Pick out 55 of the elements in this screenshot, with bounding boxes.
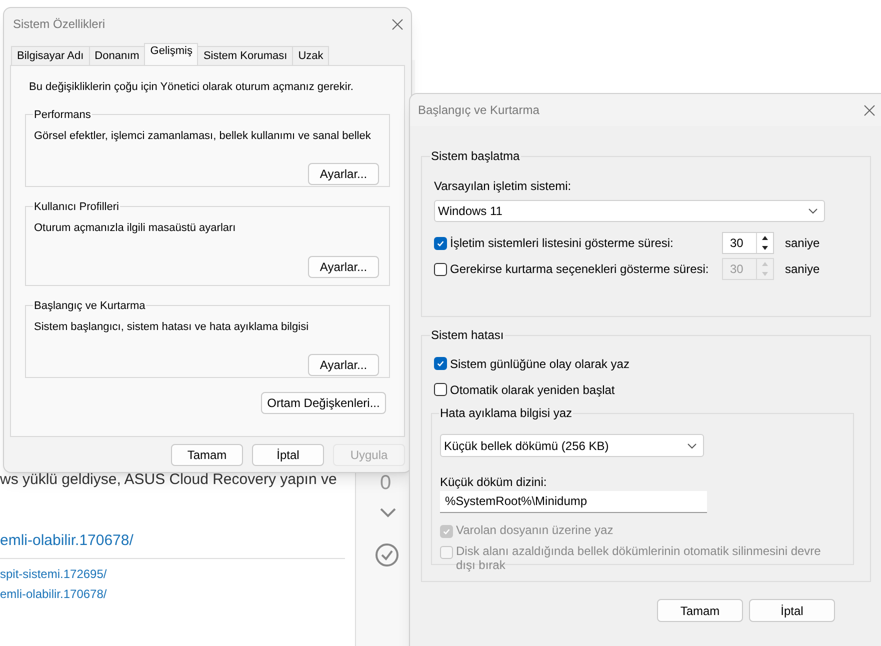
checkbox-label: Sistem günlüğüne olay olarak yaz — [450, 356, 630, 372]
group-title: Sistem başlatma — [430, 148, 521, 165]
close-icon[interactable] — [392, 18, 403, 30]
checkbox[interactable] — [434, 262, 447, 276]
checkbox[interactable] — [434, 383, 447, 396]
window-title: Sistem Özellikleri — [13, 16, 106, 33]
checkmark-icon — [436, 359, 445, 368]
chevron-down-icon — [808, 208, 818, 214]
link[interactable]: emli-olabilir.170678/ — [0, 585, 107, 603]
checkbox-label: Gerekirse kurtarma seçenekleri gösterme süresi: — [450, 261, 710, 278]
checkbox-label: Disk alanı azaldığında bellek dökümlerinin otomatik silinmesini devre dışı bırak — [456, 544, 822, 572]
unit-label: saniye — [785, 235, 820, 252]
group-title: Kullanıcı Profilleri — [33, 200, 120, 214]
checkmark-icon — [442, 527, 451, 536]
chevron-down-icon — [687, 442, 697, 448]
window-title: Başlangıç ve Kurtarma — [418, 102, 540, 119]
dialog-button[interactable]: Ortam Değişkenleri... — [261, 392, 386, 414]
dialog-button[interactable]: Ayarlar... — [308, 256, 379, 278]
number-spinner[interactable]: 30 — [722, 232, 774, 254]
link[interactable]: spit-sistemi.172695/ — [0, 565, 107, 583]
checkbox-label: İşletim sistemleri listesini gösterme süresi: — [450, 235, 674, 252]
dump-type-dropdown[interactable]: Küçük bellek dökümü (256 KB) — [440, 434, 704, 457]
checkbox-label: Varolan dosyanın üzerine yaz — [456, 523, 614, 537]
tab[interactable]: Gelişmiş — [144, 43, 198, 65]
tab[interactable]: Uzak — [292, 46, 330, 65]
vote-count: 0 — [380, 471, 392, 496]
checkbox[interactable] — [434, 236, 447, 250]
dialog-button[interactable]: Tamam — [171, 444, 243, 466]
checkbox[interactable] — [434, 357, 447, 370]
checkbox-label: Otomatik olarak yeniden başlat — [450, 382, 615, 398]
os-dropdown[interactable]: Windows 11 — [434, 200, 825, 222]
tab[interactable]: Bilgisayar Adı — [11, 46, 90, 65]
link[interactable]: emli-olabilir.170678/ — [0, 530, 134, 552]
dialog-button[interactable]: İptal — [749, 599, 835, 622]
group-title: Performans — [33, 108, 92, 122]
dialog-button[interactable]: Tamam — [657, 599, 743, 622]
group-title: Hata ayıklama bilgisi yaz — [439, 405, 574, 422]
group-description: Görsel efektler, işlemci zamanlaması, bellek kullanımı ve sanal bellek — [34, 129, 372, 144]
group-description: Sistem başlangıcı, sistem hatası ve hata ayıklama bilgisi — [34, 320, 310, 335]
notice-text: Bu değişikliklerin çoğu için Yönetici olarak oturum açmanız gerekir. — [29, 80, 354, 95]
dialog-button[interactable]: Ayarlar... — [308, 354, 379, 376]
input-field[interactable]: %SystemRoot%\Minidump — [440, 491, 707, 513]
body-text: ws yüklü geldiyse, ASUS Cloud Recovery yapın ve — [0, 470, 337, 490]
group-title: Başlangıç ve Kurtarma — [33, 298, 146, 314]
chevron-down-icon[interactable] — [380, 508, 396, 518]
unit-label: saniye — [785, 261, 820, 278]
field-label: Varsayılan işletim sistemi: — [434, 178, 572, 195]
group-description: Oturum açmanızla ilgili masaüstü ayarları — [34, 221, 237, 236]
check-circle-icon[interactable] — [375, 543, 399, 567]
group-title: Sistem hatası — [430, 327, 505, 344]
field-label: Küçük döküm dizini: — [440, 474, 548, 491]
checkmark-icon — [436, 238, 445, 248]
dialog-button[interactable]: İptal — [252, 444, 324, 466]
close-icon[interactable] — [864, 104, 875, 116]
dialog-button[interactable]: Ayarlar... — [308, 162, 379, 184]
